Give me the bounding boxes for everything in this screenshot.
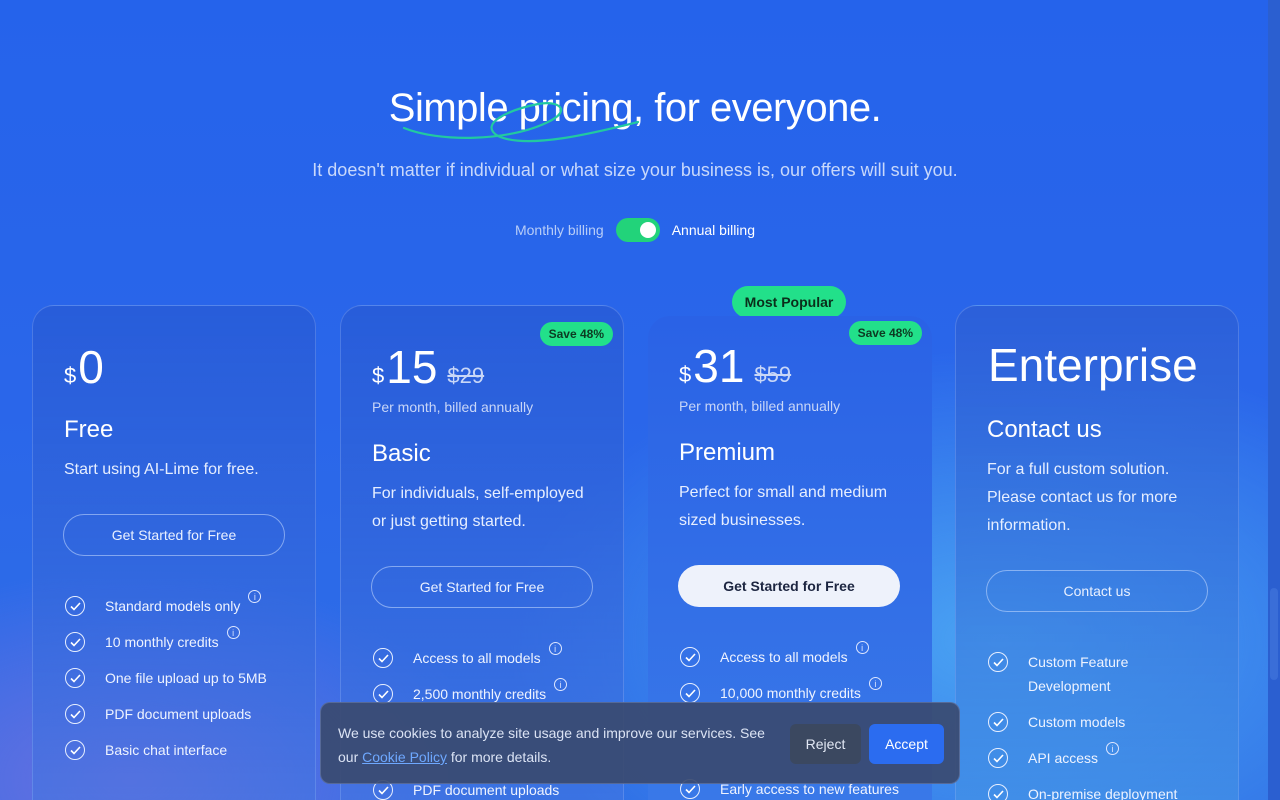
check-circle-icon xyxy=(65,704,85,724)
reject-button[interactable]: Reject xyxy=(790,724,861,764)
plan-description: For individuals, self-employed or just g… xyxy=(372,485,584,530)
cookie-banner: We use cookies to analyze site usage and… xyxy=(320,702,960,784)
list-item: Access to all models i xyxy=(680,641,899,683)
price: $ 0 xyxy=(64,344,104,390)
plan-card-free: $ 0 Free Start using AI-Lime for free. G… xyxy=(32,305,316,800)
feature-label: PDF document uploads xyxy=(105,706,252,722)
price: $ 31 $59 xyxy=(679,343,791,389)
feature-label: Custom Feature Development xyxy=(1028,654,1129,694)
old-price: $59 xyxy=(754,362,792,387)
check-circle-icon xyxy=(65,668,85,688)
feature-label: 10 monthly credits xyxy=(105,634,219,650)
plan-name: Basic xyxy=(372,440,431,467)
price-amount: 31 xyxy=(693,340,745,392)
save-badge: Save 48% xyxy=(539,322,613,346)
check-circle-icon xyxy=(65,632,85,652)
toggle-knob xyxy=(639,222,656,238)
page-subtitle: It doesn't matter if individual or what … xyxy=(312,160,958,180)
monthly-billing-label[interactable]: Monthly billing xyxy=(515,222,604,238)
list-item: API access i xyxy=(988,742,1177,784)
list-item: Basic chat interface xyxy=(65,740,267,776)
list-item: Access to all models i xyxy=(373,642,567,684)
plan-description: For a full custom solution. Please conta… xyxy=(987,461,1178,534)
feature-label: Access to all models xyxy=(413,650,541,666)
info-icon[interactable]: i xyxy=(554,678,568,691)
check-circle-icon xyxy=(988,748,1008,768)
save-badge: Save 48% xyxy=(848,321,922,345)
plan-name: Premium xyxy=(679,439,776,466)
list-item: Custom Feature Development xyxy=(988,652,1177,712)
get-started-free-button[interactable]: Get Started for Free xyxy=(678,565,900,607)
check-circle-icon xyxy=(988,712,1008,732)
cookie-policy-link[interactable]: Cookie Policy xyxy=(362,749,447,765)
currency: $ xyxy=(372,363,385,388)
info-icon[interactable]: i xyxy=(855,641,869,654)
swoosh-decoration-icon xyxy=(402,102,640,143)
feature-label: API access xyxy=(1028,750,1099,766)
check-circle-icon xyxy=(680,683,700,703)
check-circle-icon xyxy=(373,684,393,704)
list-item: One file upload up to 5MB xyxy=(65,668,267,704)
old-price: $29 xyxy=(447,363,485,388)
price-amount: 0 xyxy=(78,341,104,393)
accept-button[interactable]: Accept xyxy=(869,724,944,764)
currency: $ xyxy=(679,362,692,387)
check-circle-icon xyxy=(988,784,1008,800)
most-popular-badge: Most Popular xyxy=(732,286,846,318)
info-icon[interactable]: i xyxy=(226,626,240,639)
list-item: Custom models xyxy=(988,712,1177,748)
billing-period: Per month, billed annually xyxy=(372,399,534,415)
check-circle-icon xyxy=(65,740,85,760)
plan-name: Free xyxy=(64,416,114,443)
feature-label: On-premise deployment xyxy=(1028,786,1178,800)
list-item: 10 monthly credits i xyxy=(65,626,267,668)
info-icon[interactable]: i xyxy=(248,590,262,603)
enterprise-title: Enterprise xyxy=(988,339,1198,391)
scrollbar-thumb[interactable] xyxy=(1270,588,1278,680)
plan-card-enterprise: Enterprise Contact us For a full custom … xyxy=(955,305,1239,800)
billing-toggle-group: Monthly billing Annual billing xyxy=(0,218,1270,242)
cookie-message-end: for more details. xyxy=(446,749,552,765)
check-circle-icon xyxy=(65,596,85,616)
billing-toggle[interactable] xyxy=(615,218,660,242)
billing-period: Per month, billed annually xyxy=(679,398,841,414)
get-started-free-button[interactable]: Get Started for Free xyxy=(371,566,593,608)
info-icon[interactable]: i xyxy=(1106,742,1120,755)
currency: $ xyxy=(64,363,77,388)
contact-us-button[interactable]: Contact us xyxy=(986,570,1208,612)
cookie-text: We use cookies to analyze site usage and… xyxy=(338,721,778,769)
plan-description: Start using AI-Lime for free. xyxy=(64,461,259,478)
feature-label: Access to all models xyxy=(720,649,848,665)
price: $ 15 $29 xyxy=(372,344,484,390)
list-item: On-premise deployment xyxy=(988,784,1177,800)
plan-name: Contact us xyxy=(987,416,1102,443)
feature-label: One file upload up to 5MB xyxy=(105,670,267,686)
get-started-free-button[interactable]: Get Started for Free xyxy=(63,514,285,556)
feature-label: Standard models only xyxy=(105,598,241,614)
feature-list: Custom Feature Development Custom models… xyxy=(988,652,1177,800)
feature-list: Standard models only i 10 monthly credits… xyxy=(65,590,267,776)
feature-label: Basic chat interface xyxy=(105,742,228,758)
annual-billing-label[interactable]: Annual billing xyxy=(672,222,755,238)
feature-label: Custom models xyxy=(1028,714,1126,730)
check-circle-icon xyxy=(988,652,1008,672)
plan-description: Perfect for small and medium sized busin… xyxy=(679,484,888,529)
info-icon[interactable]: i xyxy=(548,642,562,655)
title-rest: , for everyone. xyxy=(633,86,882,130)
check-circle-icon xyxy=(373,648,393,668)
info-icon[interactable]: i xyxy=(868,677,882,690)
list-item: PDF document uploads xyxy=(65,704,267,740)
check-circle-icon xyxy=(680,647,700,667)
price-amount: 15 xyxy=(386,341,438,393)
